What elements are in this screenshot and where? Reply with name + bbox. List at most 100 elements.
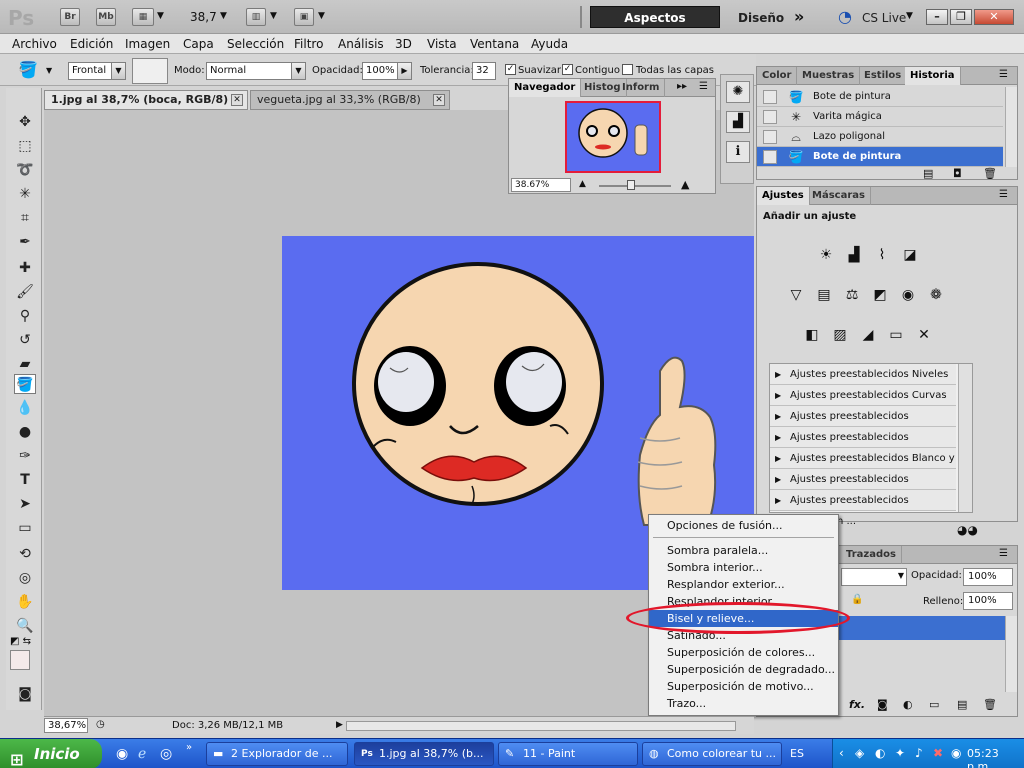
histogram-icon[interactable]: ▟ [726, 111, 750, 133]
hue-saturation-icon[interactable]: ▤ [813, 285, 835, 305]
menu-opciones-fusion[interactable]: Opciones de fusión... [649, 517, 838, 534]
channel-mixer-icon[interactable]: ❁ [925, 285, 947, 305]
minimize-button[interactable]: – [926, 9, 948, 25]
task-paint[interactable]: ✎ 11 - Paint [498, 742, 638, 766]
chevron-down-icon[interactable]: ▼ [270, 11, 277, 21]
status-menu-arrow-icon[interactable]: ▶ [336, 720, 343, 730]
quick-mask-icon[interactable]: ◙ [14, 684, 36, 704]
fill-source-select[interactable]: Frontal ▼ [68, 62, 126, 80]
3d-rotate-tool-icon[interactable]: ⟲ [14, 544, 36, 564]
panel-menu-icon[interactable]: ☰ [999, 69, 1008, 80]
zoom-tool-icon[interactable]: 🔍 [14, 616, 36, 636]
new-adjustment-icon[interactable]: ◐ [903, 698, 913, 711]
menu-edicion[interactable]: Edición [70, 37, 113, 51]
posterize-icon[interactable]: ▨ [829, 325, 851, 345]
zoom-in-icon[interactable]: ▲ [681, 178, 689, 191]
exposure-icon[interactable]: ◪ [899, 245, 921, 265]
new-group-icon[interactable]: ▭ [929, 698, 939, 711]
new-layer-icon[interactable]: ▤ [957, 698, 967, 711]
tab-informacion[interactable]: Inform [617, 79, 666, 97]
preset-exposure[interactable]: ▶Ajustes preestablecidos Exposición [770, 406, 956, 443]
history-snapshot-checkbox[interactable] [763, 130, 777, 144]
menu-analisis[interactable]: Análisis [338, 37, 384, 51]
menu-3d[interactable]: 3D [395, 37, 412, 51]
history-snapshot-checkbox[interactable] [763, 150, 777, 164]
chevron-down-icon[interactable]: ▼ [318, 11, 325, 21]
levels-icon[interactable]: ▟ [843, 245, 865, 265]
arrange-documents-icon[interactable]: ▥ [246, 8, 266, 26]
color-balance-icon[interactable]: ⚖ [841, 285, 863, 305]
marquee-tool-icon[interactable]: ⬚ [14, 136, 36, 156]
path-selection-tool-icon[interactable]: ➤ [14, 494, 36, 514]
language-indicator[interactable]: ES [790, 747, 804, 760]
info-icon[interactable]: ℹ [726, 141, 750, 163]
preset-black-white[interactable]: ▶Ajustes preestablecidos Blanco y ne... [770, 448, 956, 485]
preset-hue-saturation[interactable]: ▶Ajustes preestablecidos Tono/satur... [770, 427, 956, 464]
default-colors-icon[interactable]: ◩ ⇆ [10, 636, 31, 647]
status-zoom-input[interactable]: 38,67% [44, 718, 88, 733]
quicklaunch-icon[interactable]: ◎ [160, 746, 172, 762]
foreground-color-swatch[interactable] [10, 650, 30, 670]
tab-navegador[interactable]: Navegador [509, 79, 582, 97]
healing-brush-tool-icon[interactable]: ✚ [14, 258, 36, 278]
threshold-icon[interactable]: ◢ [857, 325, 879, 345]
photo-filter-icon[interactable]: ◉ [897, 285, 919, 305]
menu-sombra-interior[interactable]: Sombra interior... [649, 559, 838, 576]
task-explorer[interactable]: ▬ 2 Explorador de ... [206, 742, 348, 766]
adjustment-layer-icon[interactable]: ◕◕ [957, 523, 978, 537]
menu-seleccion[interactable]: Selección [227, 37, 284, 51]
close-icon[interactable]: ✕ [231, 94, 243, 106]
zoom-dropdown-icon[interactable]: ▼ [220, 11, 227, 21]
navigator-thumbnail[interactable] [565, 101, 661, 173]
screen-mode-icon[interactable]: ▣ [294, 8, 314, 26]
antialias-checkbox[interactable]: ✓ [505, 64, 516, 75]
panel-menu-icon[interactable]: ☰ [999, 189, 1008, 200]
collapse-icon[interactable]: ▸▸ [677, 81, 687, 92]
lock-icon[interactable]: 🔒 [851, 594, 863, 605]
all-layers-checkbox[interactable] [622, 64, 633, 75]
new-document-from-state-icon[interactable]: ▤ [923, 167, 933, 180]
type-tool-icon[interactable]: T [14, 470, 36, 490]
brightness-contrast-icon[interactable]: ☀ [815, 245, 837, 265]
more-workspaces-icon[interactable]: » [794, 7, 804, 26]
snapshot-icon[interactable]: ◘ [953, 167, 962, 180]
mode-select[interactable]: Normal ▼ [206, 62, 306, 80]
chevron-down-icon[interactable]: ▼ [906, 11, 913, 21]
navigator-zoom-input[interactable]: 38.67% [511, 178, 571, 192]
shape-tool-icon[interactable]: ▭ [14, 518, 36, 538]
history-item[interactable]: ⌓ Lazo poligonal [757, 127, 1003, 147]
pen-tool-icon[interactable]: ✑ [14, 446, 36, 466]
menu-superposicion-degradado[interactable]: Superposición de degradado... [649, 661, 838, 678]
menu-resplandor-exterior[interactable]: Resplandor exterior... [649, 576, 838, 593]
add-mask-icon[interactable]: ◙ [877, 698, 888, 711]
task-browser[interactable]: ◍ Como colorear tu ... [642, 742, 782, 766]
vibrance-icon[interactable]: ▽ [785, 285, 807, 305]
clone-stamp-tool-icon[interactable]: ⚲ [14, 306, 36, 326]
3d-orbit-tool-icon[interactable]: ◎ [14, 568, 36, 588]
layer-opacity-input[interactable]: 100% [963, 568, 1013, 586]
menu-trazo[interactable]: Trazo... [649, 695, 838, 712]
zoom-slider-track[interactable] [599, 185, 671, 187]
curves-icon[interactable]: ⌇ [871, 245, 893, 265]
menu-ayuda[interactable]: Ayuda [531, 37, 568, 51]
tab-document-1[interactable]: 1.jpg al 38,7% (boca, RGB/8) * ✕ [44, 90, 248, 110]
lasso-tool-icon[interactable]: ➰ [14, 160, 36, 180]
pattern-swatch[interactable] [132, 58, 168, 84]
chevron-down-icon[interactable]: ▼ [157, 11, 164, 21]
tray-network-icon[interactable]: ✦ [895, 746, 905, 760]
menu-capa[interactable]: Capa [183, 37, 214, 51]
preset-levels[interactable]: ▶ Ajustes preestablecidos Niveles [770, 364, 956, 385]
start-button[interactable]: ⊞ Inicio [0, 739, 102, 768]
history-snapshot-checkbox[interactable] [763, 110, 777, 124]
panel-menu-icon[interactable]: ☰ [999, 548, 1008, 559]
cs-live-button[interactable]: CS Live [862, 11, 906, 25]
layer-fill-input[interactable]: 100% [963, 592, 1013, 610]
zoom-slider-handle[interactable] [627, 180, 635, 190]
tab-ajustes[interactable]: Ajustes [757, 187, 810, 205]
invert-icon[interactable]: ◧ [801, 325, 823, 345]
blur-tool-icon[interactable]: 💧 [14, 398, 36, 418]
trash-icon[interactable]: 🗑 [983, 167, 997, 180]
tray-volume-icon[interactable]: ♪ [915, 746, 923, 760]
layers-scrollbar[interactable] [1005, 616, 1017, 692]
internet-explorer-icon[interactable]: ℯ [138, 746, 146, 762]
